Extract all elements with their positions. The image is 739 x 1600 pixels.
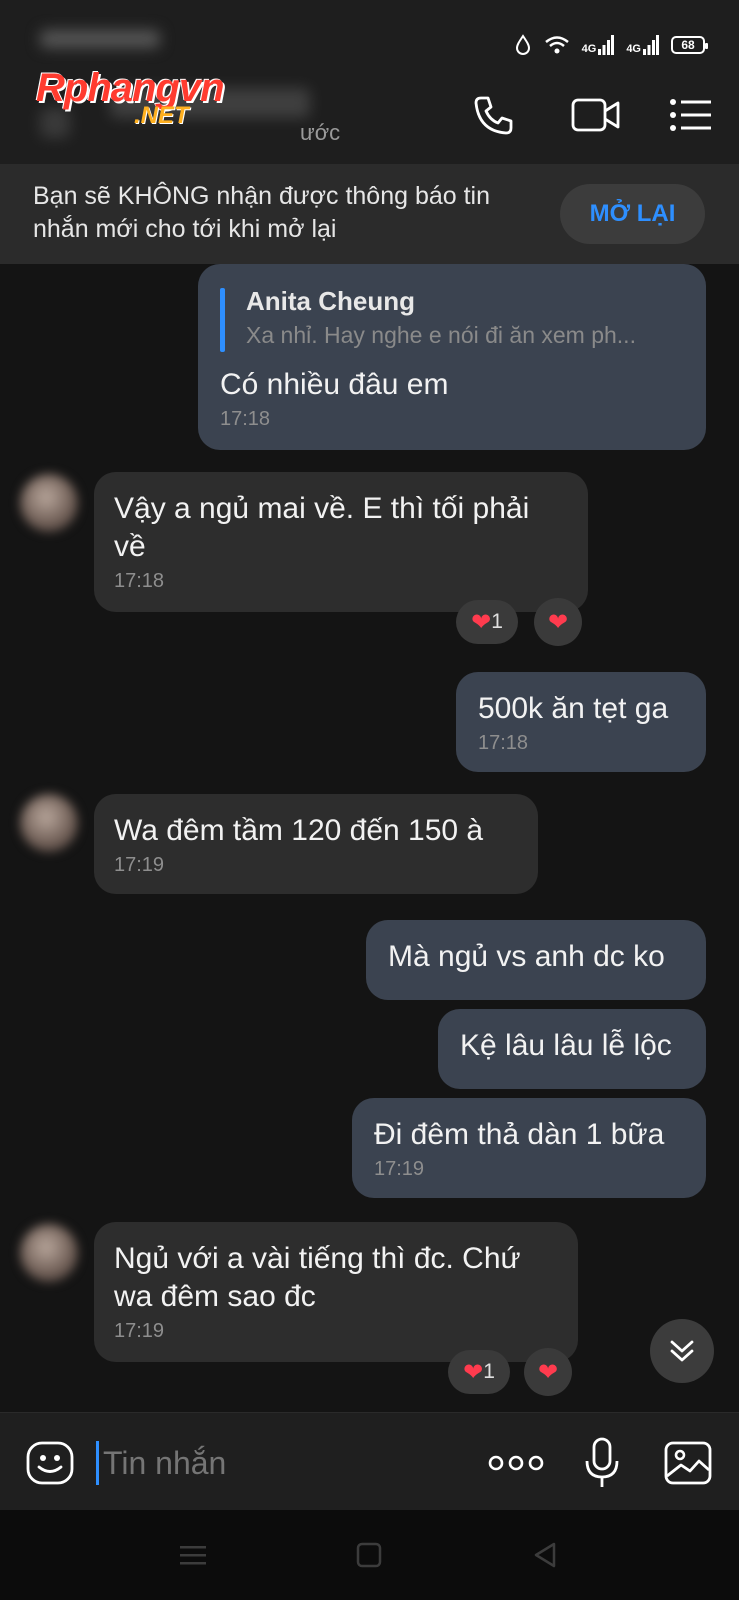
quote-bar bbox=[220, 288, 225, 352]
react-button[interactable]: ❤ bbox=[524, 1348, 572, 1396]
watermark-logo: Rphangvn .NET bbox=[36, 66, 276, 129]
phone-icon bbox=[474, 96, 513, 135]
message-list[interactable]: Anita Cheung Xa nhỉ. Hay nghe e nói đi ă… bbox=[0, 264, 739, 1412]
watermark-text: Rphangvn bbox=[36, 66, 225, 110]
message-time: 17:19 bbox=[114, 854, 165, 876]
quote-author: Anita Cheung bbox=[246, 286, 415, 316]
message-outgoing[interactable]: Mà ngủ vs anh dc ko bbox=[366, 920, 706, 1000]
message-text: Mà ngủ vs anh dc ko bbox=[388, 940, 665, 973]
heart-icon: ❤ bbox=[463, 1358, 484, 1386]
back-button[interactable] bbox=[520, 1532, 570, 1578]
recents-button[interactable] bbox=[168, 1532, 218, 1578]
message-outgoing[interactable]: Anita Cheung Xa nhỉ. Hay nghe e nói đi ă… bbox=[198, 264, 706, 450]
quote-text: Xa nhỉ. Hay nghe e nói đi ăn xem ph... bbox=[246, 322, 636, 348]
heart-icon: ❤ bbox=[471, 608, 492, 636]
sticker-icon bbox=[26, 1441, 74, 1485]
sticker-button[interactable] bbox=[22, 1435, 78, 1491]
message-text: Kệ lâu lâu lễ lộc bbox=[460, 1029, 672, 1062]
message-incoming[interactable]: Ngủ với a vài tiếng thì đc. Chứ wa đêm s… bbox=[94, 1222, 578, 1362]
reaction-count: 1 bbox=[483, 1360, 495, 1383]
message-text: Vậy a ngủ mai về. E thì tối phải về bbox=[114, 492, 530, 563]
heart-icon: ❤ bbox=[547, 608, 569, 636]
react-button[interactable]: ❤ bbox=[534, 598, 582, 646]
video-call-button[interactable] bbox=[566, 90, 626, 140]
quoted-message[interactable]: Anita Cheung Xa nhỉ. Hay nghe e nói đi ă… bbox=[220, 284, 686, 352]
home-button[interactable] bbox=[344, 1532, 394, 1578]
more-dots-icon bbox=[488, 1455, 544, 1471]
blurred-notification bbox=[40, 30, 160, 48]
signal-bars-icon bbox=[598, 35, 615, 55]
message-time: 17:19 bbox=[374, 1158, 425, 1180]
reaction-summary[interactable]: ❤ 1 bbox=[448, 1350, 510, 1394]
message-incoming[interactable]: Wa đêm tầm 120 đến 150 à 17:19 bbox=[94, 794, 538, 894]
call-button[interactable] bbox=[468, 90, 518, 140]
chevron-double-down-icon bbox=[670, 1340, 694, 1362]
scroll-to-bottom-button[interactable] bbox=[650, 1319, 714, 1383]
message-time: 17:18 bbox=[114, 570, 165, 592]
message-text: Wa đêm tầm 120 đến 150 à bbox=[114, 814, 484, 847]
image-icon bbox=[664, 1441, 712, 1485]
photo-button[interactable] bbox=[660, 1435, 716, 1491]
message-time: 17:18 bbox=[220, 408, 271, 430]
message-time: 17:19 bbox=[114, 1320, 165, 1342]
avatar[interactable] bbox=[20, 474, 78, 532]
message-composer bbox=[0, 1412, 739, 1511]
message-input[interactable] bbox=[96, 1441, 463, 1485]
menu-icon bbox=[670, 99, 711, 131]
signal-1: 4G bbox=[582, 35, 615, 55]
network-type-label: 4G bbox=[626, 43, 641, 55]
last-seen-status: ước bbox=[300, 120, 341, 145]
avatar[interactable] bbox=[20, 1224, 78, 1282]
message-outgoing[interactable]: 500k ăn tẹt ga 17:18 bbox=[456, 672, 706, 772]
message-outgoing[interactable]: Đi đêm thả dàn 1 bữa 17:19 bbox=[352, 1098, 706, 1198]
battery-indicator: 68 bbox=[671, 36, 708, 54]
signal-2: 4G bbox=[626, 35, 659, 55]
message-text: Có nhiều đâu em bbox=[220, 368, 449, 401]
avatar[interactable] bbox=[20, 794, 78, 852]
mute-banner-text: Bạn sẽ KHÔNG nhận được thông báo tin nhắ… bbox=[33, 182, 491, 243]
message-text: Đi đêm thả dàn 1 bữa bbox=[374, 1118, 665, 1151]
voice-button[interactable] bbox=[574, 1435, 630, 1491]
status-icons: 4G 4G 68 bbox=[514, 30, 708, 60]
mute-banner: Bạn sẽ KHÔNG nhận được thông báo tin nhắ… bbox=[0, 164, 739, 264]
signal-bars-icon bbox=[643, 35, 659, 55]
network-type-label: 4G bbox=[581, 43, 597, 55]
chat-header: Rphangvn .NET ước bbox=[0, 66, 739, 164]
system-navigation-bar bbox=[0, 1510, 739, 1600]
wifi-icon bbox=[544, 36, 569, 54]
message-incoming[interactable]: Vậy a ngủ mai về. E thì tối phải về 17:1… bbox=[94, 472, 588, 612]
watermark-net: .NET bbox=[134, 102, 189, 129]
mic-icon bbox=[585, 1437, 619, 1487]
message-time: 17:18 bbox=[478, 732, 529, 754]
more-button[interactable] bbox=[486, 1435, 546, 1491]
status-bar: 4G 4G 68 bbox=[0, 0, 739, 66]
message-text: Ngủ với a vài tiếng thì đc. Chứ wa đêm s… bbox=[114, 1242, 521, 1313]
reaction-summary[interactable]: ❤ 1 bbox=[456, 600, 518, 644]
home-icon bbox=[356, 1542, 382, 1568]
reaction-count: 1 bbox=[491, 610, 503, 633]
message-text: 500k ăn tẹt ga bbox=[478, 692, 669, 725]
data-saver-icon bbox=[515, 34, 530, 55]
heart-icon: ❤ bbox=[537, 1358, 559, 1386]
video-call-icon bbox=[571, 98, 620, 132]
message-outgoing[interactable]: Kệ lâu lâu lễ lộc bbox=[438, 1009, 706, 1089]
menu-button[interactable] bbox=[666, 90, 716, 140]
reopen-notifications-button[interactable]: MỞ LẠI bbox=[560, 184, 705, 244]
back-triangle-icon bbox=[534, 1542, 556, 1568]
recents-icon bbox=[180, 1546, 206, 1565]
